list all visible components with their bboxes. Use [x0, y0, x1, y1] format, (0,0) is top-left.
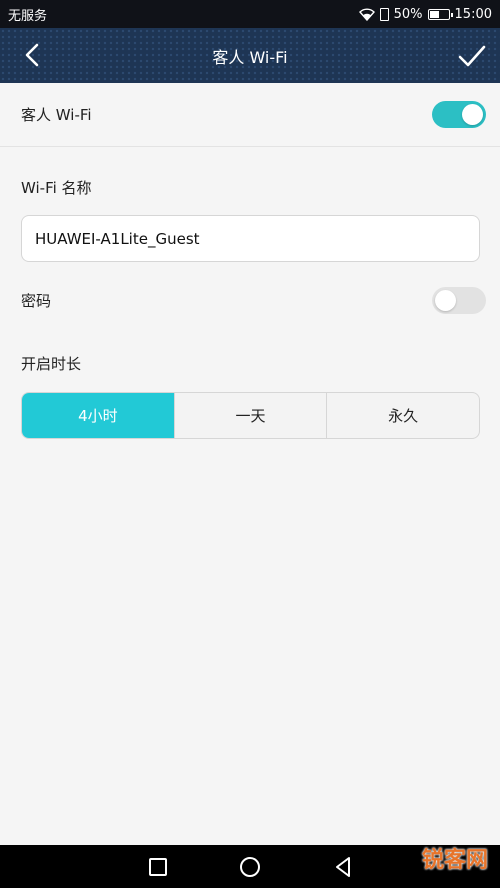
duration-segmented-control: 4小时 一天 永久 — [21, 392, 480, 439]
duration-label: 开启时长 — [21, 355, 82, 373]
guest-wifi-label: 客人 Wi-Fi — [21, 106, 92, 124]
check-icon[interactable] — [456, 40, 488, 72]
status-bar: 无服务 50% 15:00 — [0, 0, 500, 28]
guest-wifi-toggle[interactable] — [432, 101, 486, 128]
toggle-knob — [435, 289, 456, 311]
duration-option-1day[interactable]: 一天 — [173, 393, 327, 438]
chevron-left-icon[interactable] — [18, 40, 48, 70]
toggle-knob — [462, 104, 483, 125]
battery-fill — [429, 10, 439, 18]
clock: 15:00 — [454, 6, 492, 22]
status-right: 50% 15:00 — [358, 6, 492, 22]
password-label: 密码 — [21, 291, 52, 310]
ssid-input[interactable]: HUAWEI-A1Lite_Guest — [21, 215, 480, 262]
battery-percent: 50% — [393, 6, 423, 22]
circle-icon[interactable] — [238, 855, 262, 879]
guest-wifi-row: 客人 Wi-Fi — [0, 83, 500, 147]
sim-icon — [379, 7, 389, 21]
password-toggle[interactable] — [432, 286, 486, 314]
ssid-value: HUAWEI-A1Lite_Guest — [35, 229, 200, 248]
password-row: 密码 — [0, 283, 500, 317]
page-title: 客人 Wi-Fi — [212, 47, 288, 67]
battery-icon — [427, 8, 453, 20]
carrier-text: 无服务 — [8, 8, 48, 24]
app-bar: 客人 Wi-Fi — [0, 28, 500, 83]
watermark: 锐客网 — [421, 848, 488, 873]
duration-option-forever[interactable]: 永久 — [326, 393, 479, 438]
duration-option-4h[interactable]: 4小时 — [22, 393, 174, 438]
square-icon[interactable] — [146, 855, 170, 879]
ssid-label: Wi-Fi 名称 — [21, 179, 92, 197]
wifi-signal-icon — [358, 8, 375, 21]
triangle-back-icon[interactable] — [331, 855, 355, 879]
